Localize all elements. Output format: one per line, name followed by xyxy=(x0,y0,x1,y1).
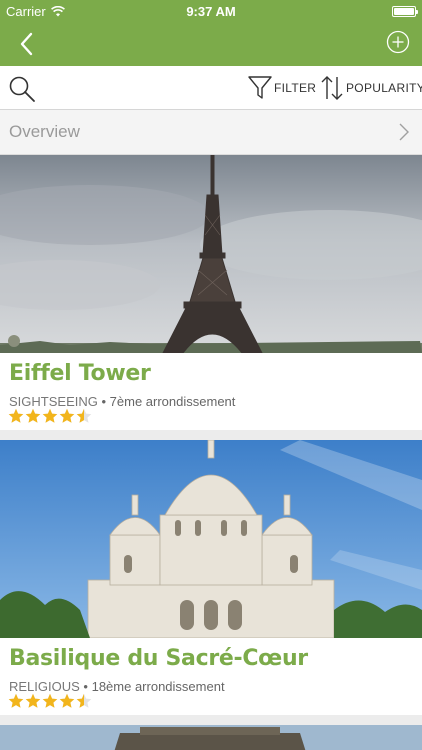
star-full-icon xyxy=(59,408,75,423)
star-half-icon xyxy=(76,408,92,423)
overview-label: Overview xyxy=(9,122,80,141)
sacre-coeur-photo xyxy=(0,440,422,638)
carrier-label: Carrier xyxy=(6,3,46,19)
search-filter-toolbar: FILTER POPULARITY xyxy=(0,66,422,110)
star-full-icon xyxy=(25,408,41,423)
place-card-eiffel-tower[interactable]: Eiffel Tower SIGHTSEEING • 7ème arrondis… xyxy=(0,155,422,430)
filter-label: FILTER xyxy=(274,81,317,95)
eiffel-tower-photo xyxy=(0,155,422,353)
filter-funnel-icon xyxy=(248,76,272,99)
status-left: Carrier xyxy=(6,4,65,19)
battery-icon xyxy=(392,5,418,17)
search-icon[interactable] xyxy=(8,75,36,103)
navigation-bar xyxy=(0,22,422,66)
overview-row[interactable]: Overview xyxy=(0,110,422,155)
place-category: SIGHTSEEING xyxy=(9,394,98,409)
sort-arrows-icon xyxy=(321,76,343,100)
star-full-icon xyxy=(8,693,24,708)
meta-separator: • xyxy=(83,679,92,694)
back-chevron-icon[interactable] xyxy=(14,28,44,60)
status-bar: Carrier 9:37 AM xyxy=(0,0,422,22)
place-district: 7ème arrondissement xyxy=(109,394,236,409)
sort-label: POPULARITY xyxy=(346,81,422,95)
place-title: Eiffel Tower xyxy=(9,361,151,386)
rating-stars xyxy=(8,408,92,424)
star-full-icon xyxy=(59,693,75,708)
place-meta: SIGHTSEEING • 7ème arrondissement xyxy=(9,394,235,409)
star-full-icon xyxy=(25,693,41,708)
star-full-icon xyxy=(42,408,58,423)
rating-stars xyxy=(8,693,92,709)
place-card-sacre-coeur[interactable]: Basilique du Sacré-Cœur RELIGIOUS • 18èm… xyxy=(0,440,422,715)
place-category: RELIGIOUS xyxy=(9,679,80,694)
next-place-photo xyxy=(0,725,422,750)
place-title: Basilique du Sacré-Cœur xyxy=(9,646,308,671)
place-card-next[interactable] xyxy=(0,725,422,750)
filter-button[interactable]: FILTER xyxy=(248,75,316,101)
wifi-icon xyxy=(50,5,65,16)
star-full-icon xyxy=(42,693,58,708)
chevron-right-icon xyxy=(399,123,409,141)
meta-separator: • xyxy=(101,394,110,409)
star-full-icon xyxy=(8,408,24,423)
star-half-icon xyxy=(76,693,92,708)
add-circle-icon[interactable] xyxy=(386,30,410,54)
place-district: 18ème arrondissement xyxy=(91,679,225,694)
place-meta: RELIGIOUS • 18ème arrondissement xyxy=(9,679,225,694)
sort-button[interactable]: POPULARITY xyxy=(320,75,422,101)
